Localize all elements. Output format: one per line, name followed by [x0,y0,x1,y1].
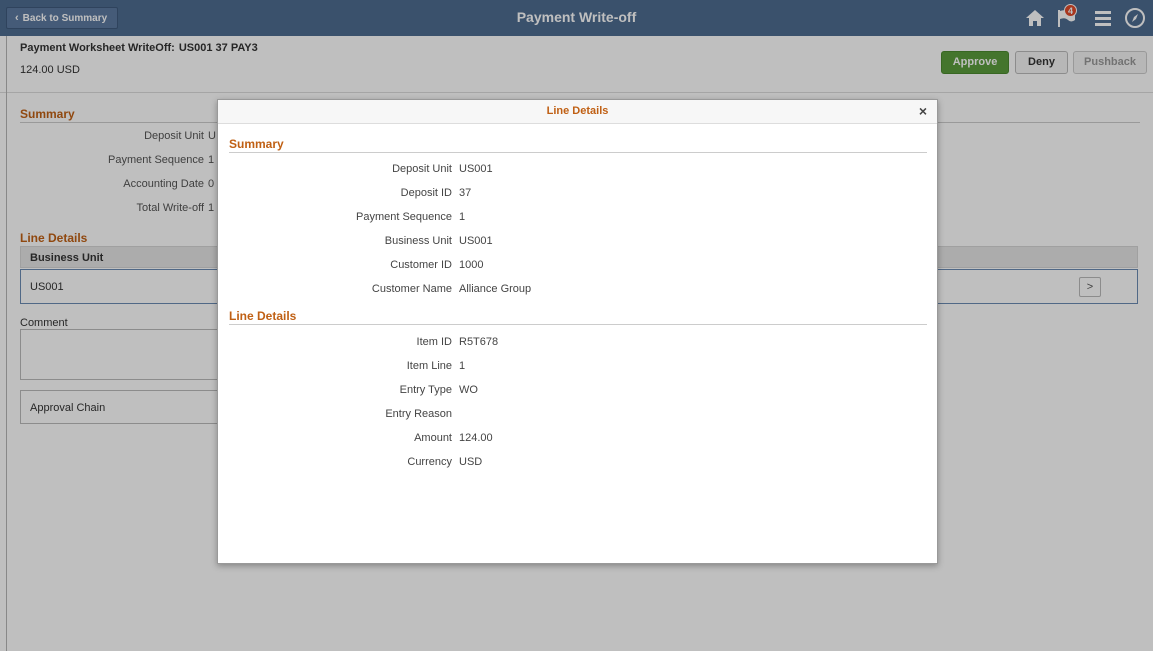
field-value: US001 [459,235,493,247]
field-label: Customer ID [390,259,452,271]
divider [229,152,927,153]
field-value: 1 [459,211,466,223]
field-value: 1 [459,360,466,372]
field-value: 1000 [459,259,484,271]
field-label: Entry Type [399,384,452,396]
field-value: R5T678 [459,336,499,348]
line-details-modal: Line Details × Summary Deposit Unit US00… [217,99,938,564]
field-label: Amount [414,432,452,444]
field-value: 124.00 [459,432,493,444]
modal-title: Line Details [546,105,609,117]
divider [229,324,927,325]
field-value: USD [459,456,483,468]
field-label: Currency [407,456,452,468]
field-label: Entry Reason [385,408,452,420]
field-value: WO [459,384,478,396]
field-value: 37 [459,187,472,199]
modal-header: Line Details × [218,100,937,124]
field-label: Item ID [416,336,452,348]
field-label: Item Line [406,360,452,372]
field-label: Deposit Unit [392,163,452,175]
field-value: US001 [459,163,493,175]
field-label: Customer Name [371,283,452,295]
close-icon[interactable]: × [919,103,927,119]
field-label: Business Unit [384,235,452,247]
field-value: Alliance Group [459,283,532,295]
field-label: Payment Sequence [355,211,452,223]
field-label: Deposit ID [400,187,452,199]
modal-summary-heading: Summary [229,137,284,151]
modal-line-details-heading: Line Details [229,309,297,323]
